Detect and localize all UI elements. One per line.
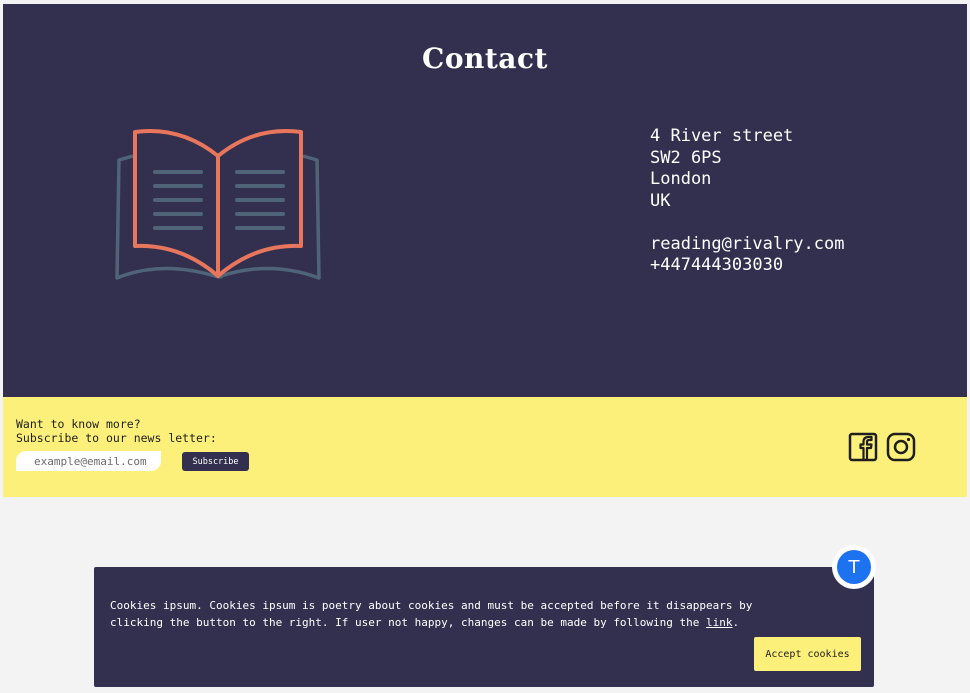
- newsletter-prompt-line2: Subscribe to our news letter:: [16, 431, 217, 445]
- address-line: London: [650, 169, 712, 189]
- cookie-text-end: .: [732, 616, 740, 629]
- cookie-policy-link[interactable]: link: [706, 616, 733, 629]
- address-line: SW2 6PS: [650, 147, 722, 168]
- accept-cookies-button[interactable]: Accept cookies: [754, 637, 861, 671]
- address-line: 4 River street: [650, 126, 794, 146]
- avatar[interactable]: T: [837, 550, 871, 584]
- instagram-icon[interactable]: [886, 432, 916, 462]
- cookie-text: Cookies ipsum. Cookies ipsum is poetry a…: [110, 599, 753, 629]
- newsletter-prompt: Want to know more? Subscribe to our news…: [16, 417, 217, 445]
- facebook-icon[interactable]: [848, 432, 878, 462]
- newsletter-email-input[interactable]: [16, 451, 161, 471]
- newsletter-section: Want to know more? Subscribe to our news…: [3, 397, 967, 497]
- contact-section: Contact 4 River street SW2 6PS London UK…: [3, 4, 967, 397]
- address-line: UK: [650, 190, 671, 211]
- page-title: Contact: [422, 42, 548, 75]
- cookie-banner: Cookies ipsum. Cookies ipsum is poetry a…: [94, 567, 874, 687]
- chat-widget[interactable]: T: [832, 545, 876, 589]
- newsletter-prompt-line1: Want to know more?: [16, 417, 141, 431]
- cookie-message: Cookies ipsum. Cookies ipsum is poetry a…: [110, 597, 810, 631]
- subscribe-button[interactable]: Subscribe: [182, 452, 249, 471]
- open-book-icon: [115, 129, 321, 280]
- contact-email[interactable]: reading@rivalry.com: [650, 234, 844, 256]
- contact-phone[interactable]: +447444303030: [650, 255, 844, 277]
- contact-details: 4 River street SW2 6PS London UK reading…: [650, 126, 844, 277]
